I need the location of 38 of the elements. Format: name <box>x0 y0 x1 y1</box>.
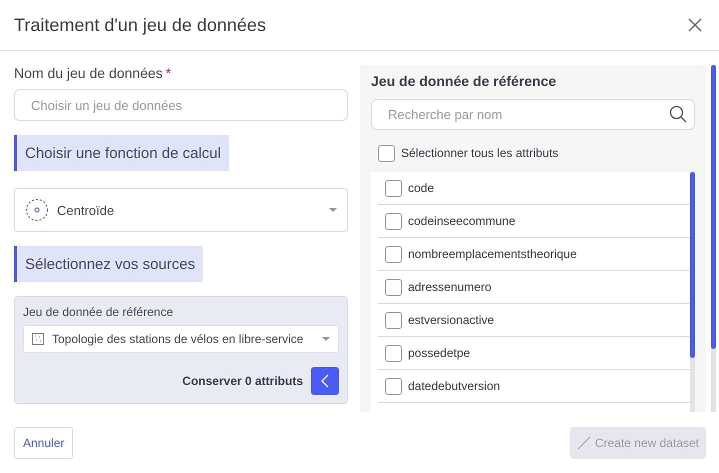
dialog-title: Traitement d'un jeu de données <box>14 14 266 36</box>
search-field[interactable]: Recherche par nom <box>371 99 695 130</box>
chevron-left-icon <box>321 374 329 388</box>
source-select[interactable]: Topologie des stations de vélos en libre-service <box>23 325 339 353</box>
checkbox[interactable] <box>385 212 402 230</box>
section-header: Sélectionnez vos sources <box>14 246 204 282</box>
attribute-label: codeinseecommune <box>408 214 516 228</box>
attribute-label: code <box>408 181 434 195</box>
panel-title: Jeu de donnée de référence <box>371 73 558 89</box>
scrollbar[interactable] <box>690 172 695 412</box>
checkbox[interactable] <box>385 278 402 296</box>
centroid-icon <box>25 198 49 222</box>
dataset-name-field[interactable]: Choisir un jeu de données <box>14 89 348 121</box>
checkbox[interactable] <box>385 344 402 362</box>
checkbox[interactable] <box>385 378 402 394</box>
section-header: Choisir une fonction de calcul <box>14 135 229 171</box>
attribute-label: datedebutversion <box>408 379 500 393</box>
dataset-name-label: Nom du jeu de données * <box>14 65 172 81</box>
attribute-label: estversionactive <box>408 313 494 327</box>
close-button[interactable] <box>687 17 703 33</box>
attribute-label: adressenumero <box>408 280 492 294</box>
dataset-icon <box>32 333 44 345</box>
keep-attributes-label: Conserver 0 attributs <box>182 374 303 388</box>
cancel-button[interactable]: Annuler <box>14 426 74 458</box>
attribute-label: nombreemplacementstheorique <box>408 247 577 261</box>
search-icon <box>669 105 687 123</box>
checkbox[interactable] <box>385 246 402 262</box>
caret-icon <box>322 337 330 341</box>
caret-icon <box>329 208 337 212</box>
checkbox[interactable] <box>385 312 402 328</box>
function-select[interactable]: Centroïde <box>14 188 348 232</box>
checkbox[interactable] <box>378 144 395 162</box>
checkbox[interactable] <box>385 180 402 196</box>
back-button[interactable] <box>311 367 339 395</box>
select-all-label: Sélectionner tous les attributs <box>401 146 558 160</box>
attribute-label: possedetpe <box>408 346 470 360</box>
scrollbar[interactable] <box>711 65 716 412</box>
source-label: Jeu de donnée de référence <box>23 305 174 319</box>
